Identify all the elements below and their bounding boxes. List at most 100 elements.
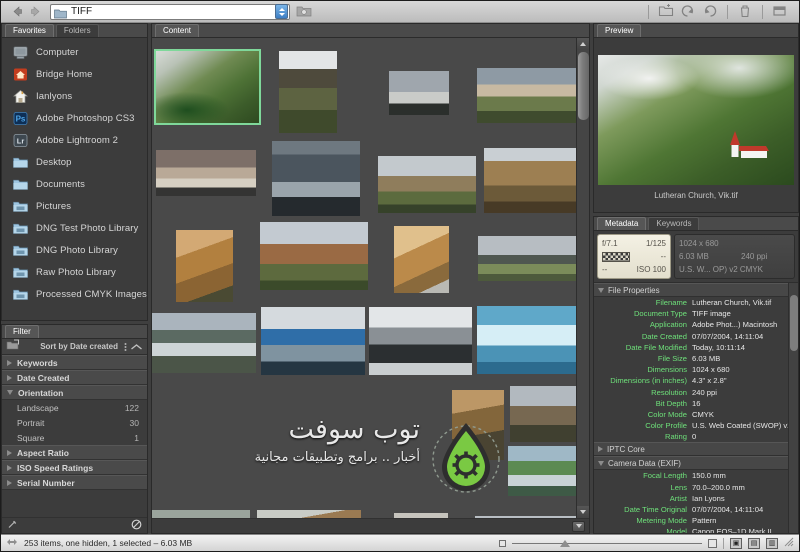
sidebar-item-computer[interactable]: Computer — [2, 41, 147, 63]
sidebar-item-dng-test-photo-library[interactable]: DNG Test Photo Library — [2, 217, 147, 239]
clear-filter-icon[interactable] — [131, 517, 142, 535]
thumbnail-item[interactable] — [477, 68, 576, 123]
thumbnail-item[interactable] — [369, 307, 472, 375]
thumbnail-grid[interactable]: توب سوفت أخبار .. برامج وتطبيقات مجانية — [152, 38, 576, 518]
thumbnail-item[interactable] — [260, 222, 368, 290]
thumbnail-item[interactable] — [477, 306, 576, 374]
metadata-value[interactable]: Lutheran Church, Vik.tif — [692, 297, 788, 308]
resize-grip-icon[interactable] — [784, 537, 794, 549]
new-folder-icon[interactable] — [658, 4, 674, 19]
thumbnail-item[interactable] — [257, 510, 361, 518]
back-arrow-icon[interactable] — [11, 5, 24, 18]
sidebar-item-lightroom[interactable]: Lr Adobe Lightroom 2 — [2, 129, 147, 151]
filter-value-landscape[interactable]: Landscape 122 — [2, 400, 147, 415]
metadata-value[interactable]: 07/07/2004, 14:11:04 — [692, 331, 788, 342]
tab-filter[interactable]: Filter — [5, 325, 39, 338]
metadata-value[interactable]: 240 ppi — [692, 387, 788, 398]
large-thumbnail-icon[interactable] — [708, 538, 717, 548]
tab-preview[interactable]: Preview — [597, 24, 642, 37]
sidebar-item-desktop[interactable]: Desktop — [2, 151, 147, 173]
metadata-value[interactable]: Pattern — [692, 515, 788, 526]
metadata-value[interactable]: 4.3" x 2.8" — [692, 375, 788, 386]
tab-keywords[interactable]: Keywords — [648, 217, 700, 230]
metadata-group-camera-data-exif[interactable]: Camera Data (EXIF) — [594, 456, 788, 471]
metadata-value[interactable]: 16 — [692, 398, 788, 409]
switch-workspace-icon[interactable] — [772, 4, 788, 19]
thumbnail-item[interactable] — [378, 156, 476, 213]
small-thumbnail-icon[interactable] — [499, 539, 506, 547]
sidebar-item-raw-photo-library[interactable]: Raw Photo Library — [2, 261, 147, 283]
metadata-value[interactable]: 0 — [692, 431, 788, 442]
tab-favorites[interactable]: Favorites — [5, 24, 54, 37]
metadata-value[interactable]: 70.0–200.0 mm — [692, 482, 788, 493]
bridge-status-icon[interactable] — [6, 537, 18, 549]
scroll-thumb[interactable] — [789, 295, 798, 351]
thumbnail-item[interactable] — [394, 226, 449, 293]
sidebar-item-processed-cmyk-images[interactable]: Processed CMYK Images — [2, 283, 147, 305]
metadata-value[interactable]: U.S. Web Coated (SWOP) v2 — [692, 420, 788, 431]
thumbnail-size-slider[interactable] — [512, 538, 702, 548]
metadata-value[interactable]: Ian Lyons — [692, 493, 788, 504]
filter-group-serial-number[interactable]: Serial Number — [2, 475, 147, 490]
rotate-ccw-icon[interactable] — [680, 4, 696, 19]
tab-metadata[interactable]: Metadata — [597, 217, 647, 230]
sort-menu-icon[interactable] — [123, 338, 128, 356]
flatten-criteria-icon[interactable] — [6, 338, 20, 356]
filter-value-square[interactable]: Square 1 — [2, 430, 147, 445]
thumbnail-item[interactable] — [152, 510, 250, 518]
path-dropdown[interactable]: TIFF — [50, 3, 290, 20]
sidebar-item-ianlyons[interactable]: Ianlyons — [2, 85, 147, 107]
slider-knob[interactable] — [559, 539, 570, 547]
path-spinner[interactable] — [275, 4, 288, 19]
scroll-track[interactable] — [576, 50, 589, 506]
thumbnail-item[interactable] — [510, 386, 576, 442]
preview-image[interactable] — [598, 54, 794, 185]
thumbnail-item[interactable] — [452, 390, 504, 460]
sidebar-item-pictures[interactable]: Pictures — [2, 195, 147, 217]
sort-label[interactable]: Sort by Date created — [40, 342, 118, 351]
thumbnail-item[interactable] — [389, 71, 449, 115]
delete-icon[interactable] — [737, 4, 753, 19]
filter-group-date-created[interactable]: Date Created — [2, 370, 147, 385]
thumbnail-view-button[interactable]: ▣ — [730, 537, 742, 549]
details-view-button[interactable]: ▤ — [748, 537, 760, 549]
rotate-cw-icon[interactable] — [702, 4, 718, 19]
scroll-thumb[interactable] — [577, 52, 589, 120]
metadata-value[interactable]: 1024 x 680 — [692, 364, 788, 375]
metadata-group-iptc-core[interactable]: IPTC Core — [594, 442, 788, 457]
sort-ascending-icon[interactable] — [130, 338, 143, 356]
sidebar-item-bridge-home[interactable]: Bridge Home — [2, 63, 147, 85]
scroll-down-button[interactable] — [576, 506, 589, 518]
thumbnail-item[interactable] — [508, 446, 576, 496]
filter-group-orientation[interactable]: Orientation — [2, 385, 147, 400]
metadata-group-file-properties[interactable]: File Properties — [594, 283, 788, 297]
metadata-value[interactable]: Today, 10:11:14 — [692, 342, 788, 353]
thumbnail-item[interactable] — [478, 236, 576, 281]
filter-group-aspect-ratio[interactable]: Aspect Ratio — [2, 445, 147, 460]
sidebar-item-dng-photo-library[interactable]: DNG Photo Library — [2, 239, 147, 261]
content-menu-button[interactable] — [572, 520, 585, 532]
thumbnail-item[interactable] — [154, 49, 261, 125]
thumbnail-item[interactable] — [394, 513, 448, 518]
content-vertical-scrollbar[interactable] — [576, 38, 589, 518]
tab-content[interactable]: Content — [155, 24, 200, 37]
thumbnail-item[interactable] — [272, 141, 360, 216]
thumbnail-item[interactable] — [484, 148, 576, 213]
recent-folders-icon[interactable] — [296, 4, 312, 19]
metadata-value[interactable]: 07/07/2004, 14:11:04 — [692, 504, 788, 515]
metadata-value[interactable]: Canon EOS–1D Mark II — [692, 526, 788, 533]
filter-group-iso-speed-ratings[interactable]: ISO Speed Ratings — [2, 460, 147, 475]
sidebar-item-photoshop[interactable]: Ps Adobe Photoshop CS3 — [2, 107, 147, 129]
metadata-value[interactable]: 6.03 MB — [692, 353, 788, 364]
metadata-vertical-scrollbar[interactable] — [788, 283, 798, 533]
tab-folders[interactable]: Folders — [55, 24, 99, 37]
thumbnail-item[interactable] — [176, 230, 233, 302]
list-view-button[interactable]: ▥ — [766, 537, 778, 549]
thumbnail-item[interactable] — [475, 516, 576, 518]
metadata-value[interactable]: CMYK — [692, 409, 788, 420]
sidebar-item-documents[interactable]: Documents — [2, 173, 147, 195]
filter-group-keywords[interactable]: Keywords — [2, 355, 147, 370]
thumbnail-item[interactable] — [152, 313, 256, 373]
metadata-value[interactable]: Adobe Phot...) Macintosh — [692, 319, 788, 330]
forward-arrow-icon[interactable] — [29, 5, 42, 18]
